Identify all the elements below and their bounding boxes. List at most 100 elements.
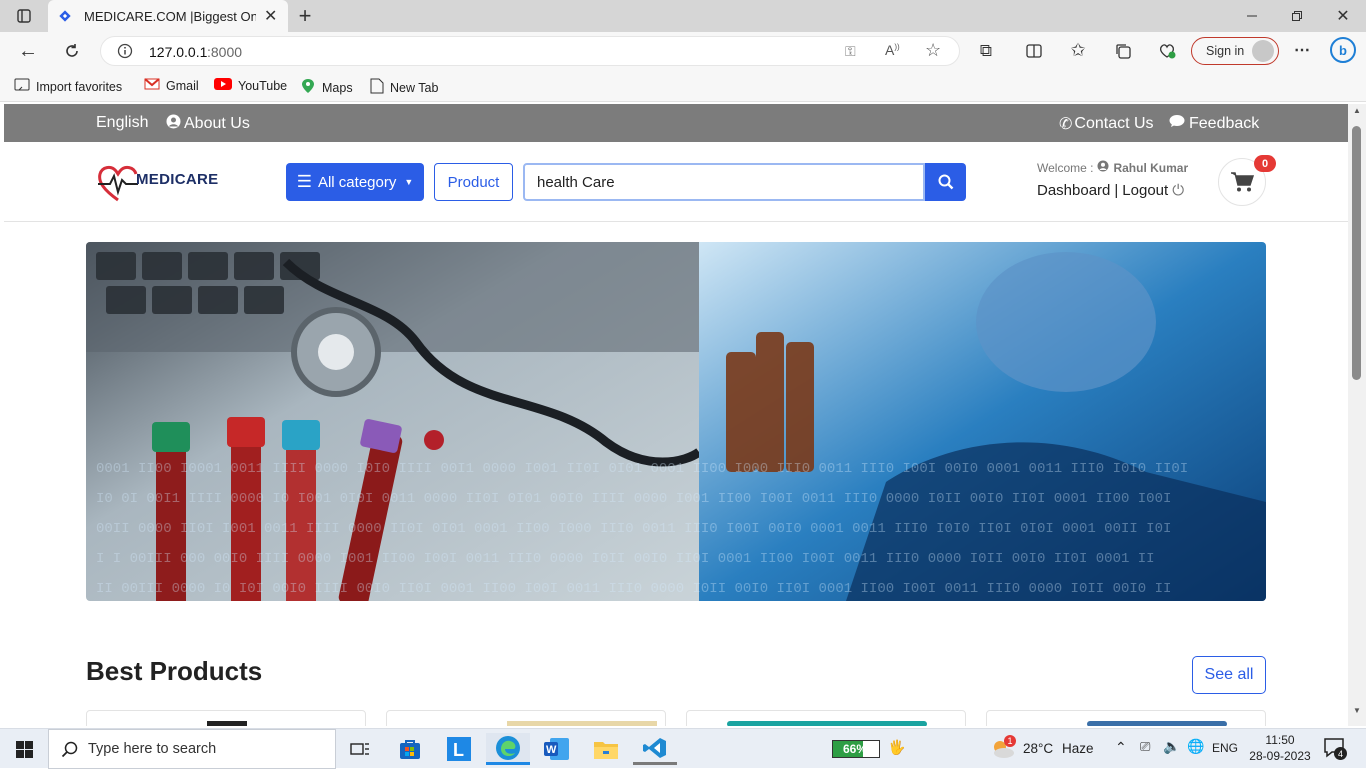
microsoft-store-icon[interactable]	[388, 733, 432, 765]
youtube-icon	[214, 78, 232, 93]
lightshot-app-icon[interactable]: L	[437, 733, 481, 765]
copilot-icon[interactable]: b	[1328, 35, 1358, 65]
weather-desc[interactable]: Haze	[1062, 741, 1094, 756]
welcome-line: Welcome : Rahul Kumar	[1037, 160, 1188, 175]
scroll-up-icon[interactable]: ▲	[1353, 106, 1361, 115]
caret-down-icon: ▼	[404, 177, 414, 187]
fav-label: YouTube	[238, 78, 288, 93]
feedback-link[interactable]: Feedback	[1169, 114, 1259, 133]
user-circle-icon	[1097, 160, 1109, 175]
weather-alert-badge: 1	[1004, 735, 1016, 747]
import-icon	[14, 78, 30, 95]
svg-text:W: W	[546, 744, 557, 756]
page-scrollbar[interactable]: ▲ ▼	[1348, 104, 1366, 726]
gmail-icon	[144, 78, 160, 93]
input-language[interactable]: ENG	[1212, 741, 1238, 755]
sign-in-button[interactable]: Sign in	[1191, 37, 1279, 65]
site-info-icon[interactable]	[117, 43, 133, 64]
fav-gmail[interactable]: Gmail	[144, 78, 199, 93]
favorites-bar: Import favorites Gmail YouTube Maps New …	[0, 70, 1366, 102]
tab-actions-icon[interactable]	[10, 2, 38, 30]
battery-indicator[interactable]: 66%	[832, 740, 880, 758]
svg-text:b: b	[1339, 43, 1347, 58]
banner-image: 0001 II00 I0001 0011 IIII 0000 I0I0 IIII…	[86, 242, 1266, 601]
feedback-label: Feedback	[1189, 114, 1260, 132]
more-menu-icon[interactable]: ⋯	[1288, 36, 1316, 64]
contact-us-link[interactable]: ✆ Contact Us	[1059, 114, 1154, 134]
back-icon[interactable]: ←	[14, 37, 42, 65]
fav-new-tab[interactable]: New Tab	[370, 78, 438, 97]
windows-start-icon[interactable]	[10, 735, 38, 763]
scrollbar-thumb[interactable]	[1352, 126, 1361, 380]
chevron-up-icon[interactable]: ⌃	[1115, 739, 1127, 756]
dashboard-link[interactable]: Dashboard	[1037, 182, 1110, 199]
file-explorer-icon[interactable]	[584, 733, 628, 765]
svg-text:00II 0000 II0I I001 0011 IIII: 00II 0000 II0I I001 0011 IIII 0000 II0I …	[96, 521, 1171, 537]
product-card[interactable]	[986, 710, 1266, 726]
edge-browser-icon[interactable]	[486, 733, 530, 765]
url-host: 127.0.0.1	[149, 44, 208, 60]
collections-icon[interactable]	[1109, 37, 1137, 65]
medicare-logo[interactable]: MEDICARE	[96, 162, 218, 204]
logout-link[interactable]: Logout	[1122, 182, 1168, 199]
fav-label: Maps	[322, 80, 353, 95]
vscode-icon[interactable]	[633, 733, 677, 765]
svg-text:L: L	[453, 740, 464, 760]
sign-in-label: Sign in	[1206, 44, 1245, 58]
battery-percent: 66%	[843, 742, 868, 756]
weather-temp[interactable]: 28°C	[1023, 741, 1053, 756]
product-button[interactable]: Product	[434, 163, 513, 201]
taskbar-search-placeholder: Type here to search	[88, 741, 217, 757]
performance-icon[interactable]	[1153, 37, 1181, 65]
close-tab-icon[interactable]: ✕	[264, 6, 277, 26]
product-card[interactable]	[386, 710, 666, 726]
search-button[interactable]	[925, 163, 966, 201]
cart-count-badge: 0	[1254, 155, 1276, 172]
fav-youtube[interactable]: YouTube	[214, 78, 287, 93]
scroll-down-icon[interactable]: ▼	[1353, 706, 1361, 715]
key-icon[interactable]: ⚿	[845, 43, 856, 60]
language-link[interactable]: English	[96, 114, 148, 132]
close-window-icon[interactable]: ✕	[1329, 2, 1357, 30]
browser-tab-active[interactable]: MEDICARE.COM |Biggest Online ✕	[48, 0, 288, 32]
word-app-icon[interactable]: W	[535, 733, 579, 765]
product-label: Product	[447, 173, 500, 191]
fav-label: New Tab	[390, 80, 439, 95]
account-links: Dashboard | Logout ⏻	[1037, 182, 1184, 199]
globe-network-icon[interactable]: 🌐	[1187, 738, 1204, 755]
notifications-icon[interactable]: 4	[1324, 738, 1347, 763]
minimize-icon[interactable]	[1238, 2, 1266, 30]
power-icon[interactable]: ⏻	[1172, 182, 1184, 199]
read-aloud-icon[interactable]: A))	[885, 42, 900, 58]
profile-avatar-icon	[1252, 40, 1274, 62]
svg-text:0001 II00 I0001 0011 IIII 0000: 0001 II00 I0001 0011 IIII 0000 I0I0 IIII…	[96, 461, 1188, 477]
fav-maps[interactable]: Maps	[300, 78, 353, 97]
clock[interactable]: 11:50 28-09-2023	[1248, 732, 1312, 764]
new-tab-icon[interactable]: +	[291, 2, 319, 30]
product-card[interactable]	[86, 710, 366, 726]
fav-label: Import favorites	[36, 79, 123, 94]
site-header: MEDICARE ☰ All category ▼ Product Welcom…	[4, 142, 1348, 222]
refresh-icon[interactable]	[58, 37, 86, 65]
url-field[interactable]: 127.0.0.1 :8000 ⚿ A)) ☆	[100, 36, 960, 66]
product-card[interactable]	[686, 710, 966, 726]
taskbar-search[interactable]: Type here to search	[48, 729, 336, 769]
search-input[interactable]	[523, 163, 925, 201]
link-separator: |	[1114, 182, 1119, 199]
weather-icon[interactable]: 1	[990, 735, 1016, 766]
restore-icon[interactable]	[1283, 2, 1311, 30]
fav-label: Gmail	[166, 78, 199, 93]
favorites-icon[interactable]: ✩	[1064, 36, 1092, 64]
fav-import[interactable]: Import favorites	[14, 78, 122, 95]
see-all-button[interactable]: See all	[1192, 656, 1266, 694]
extensions-icon[interactable]: ⧉	[972, 37, 1000, 65]
url-port: :8000	[207, 44, 243, 60]
charging-icon: 🖐	[888, 739, 906, 755]
all-category-dropdown[interactable]: ☰ All category ▼	[286, 163, 424, 201]
task-view-icon[interactable]	[338, 733, 382, 765]
favorite-star-icon[interactable]: ☆	[925, 40, 941, 61]
split-screen-icon[interactable]	[1020, 37, 1048, 65]
volume-icon[interactable]: 🔈	[1163, 738, 1180, 755]
about-us-link[interactable]: About Us	[166, 114, 250, 134]
device-icon[interactable]: ⎚	[1140, 739, 1150, 755]
